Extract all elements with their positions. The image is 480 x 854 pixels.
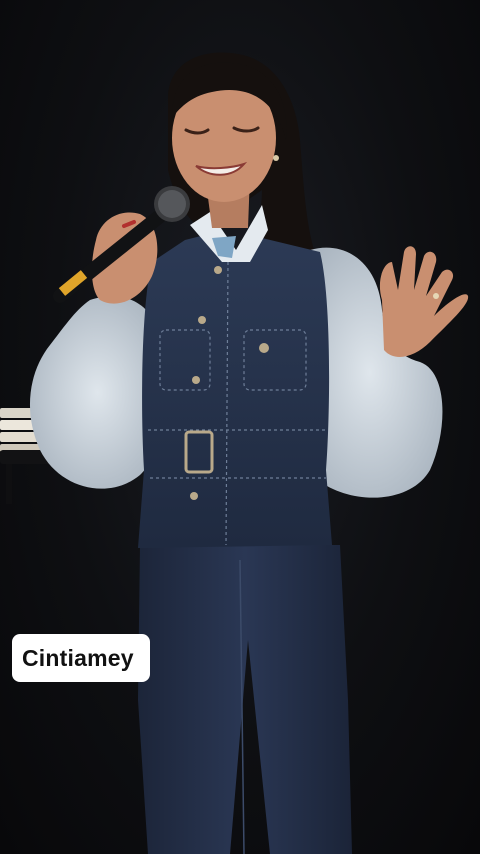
name-tag: Cintiamey bbox=[12, 634, 150, 682]
name-tag-label: Cintiamey bbox=[22, 644, 134, 671]
stage-photo bbox=[0, 52, 469, 854]
video-frame: Cintiamey bbox=[0, 0, 480, 854]
waving-hand bbox=[379, 246, 469, 357]
jeans bbox=[138, 545, 352, 854]
denim-vest bbox=[138, 235, 332, 548]
